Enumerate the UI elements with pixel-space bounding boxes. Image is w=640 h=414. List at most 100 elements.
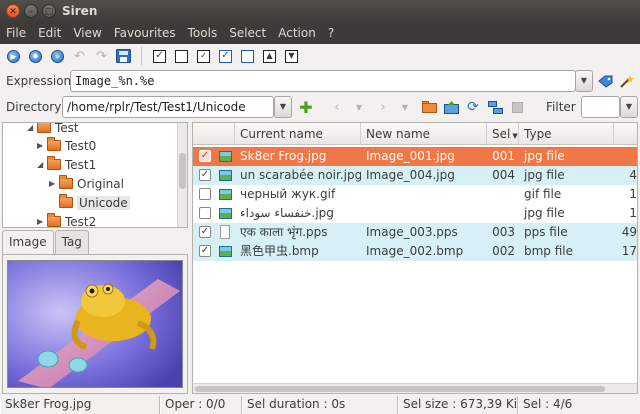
directory-dropdown-button[interactable]: ▼ <box>274 96 292 118</box>
file-table[interactable]: Current name New name Sel ▼ Type ✓ Sk8er … <box>192 122 638 394</box>
forward-nav-button[interactable]: › <box>374 98 392 116</box>
main-toolbar: ▶ ✹ » ↶ ↷ ✓ ✓ ✓ ▲ ▼ <box>0 44 640 68</box>
back-dropdown-button[interactable]: ▼ <box>350 98 368 116</box>
tree-item-unicode[interactable]: Unicode <box>59 193 130 212</box>
forward-button[interactable]: » <box>48 47 67 66</box>
menu-help[interactable]: ? <box>322 22 340 44</box>
settings-button[interactable]: ✹ <box>26 47 45 66</box>
add-favourite-button[interactable]: ✚ <box>297 98 315 117</box>
table-row[interactable]: خنفساء سوداء.jpg jpg file 1 <box>193 204 637 223</box>
check-down-icon: ▼ <box>285 49 298 63</box>
table-row[interactable]: ✓ 黑色甲虫.bmp Image_002.bmp 002 bmp file 17 <box>193 242 637 261</box>
tree-item-test0[interactable]: ▶ Test0 <box>37 136 96 155</box>
header-current-name[interactable]: Current name <box>235 123 361 145</box>
check-up-button[interactable]: ▲ <box>260 47 279 66</box>
tree-item-test1[interactable]: ◢ Test1 <box>37 155 96 174</box>
cell-current-name: черный жук.gif <box>240 187 336 201</box>
table-row[interactable]: черный жук.gif gif file 1 <box>193 185 637 204</box>
table-horizontal-scrollbar[interactable] <box>193 383 637 393</box>
row-checkbox[interactable] <box>199 207 211 219</box>
check-all-button[interactable]: ✓ <box>150 47 169 66</box>
menu-select[interactable]: Select <box>223 22 272 44</box>
preview-tabs: Image Tag <box>2 230 90 254</box>
cell-current-name: 黑色甲虫.bmp <box>240 244 319 258</box>
directory-input[interactable]: /home/rplr/Test/Test1/Unicode <box>62 96 274 118</box>
wizard-button[interactable] <box>617 72 635 90</box>
cell-type: bmp file <box>524 244 574 258</box>
image-file-icon <box>219 151 232 162</box>
table-scrollbar-thumb[interactable] <box>195 386 605 392</box>
menu-favourites[interactable]: Favourites <box>108 22 182 44</box>
image-file-icon <box>219 208 232 219</box>
image-file-icon <box>219 246 232 257</box>
row-checkbox[interactable]: ✓ <box>199 169 211 181</box>
folder-tree-icon <box>487 100 503 114</box>
undo-button[interactable]: ↶ <box>70 47 89 66</box>
run-button[interactable]: ▶ <box>4 47 23 66</box>
row-checkbox[interactable] <box>199 188 211 200</box>
cell-sel <box>487 204 519 223</box>
recursive-button[interactable] <box>486 98 504 116</box>
expression-input[interactable]: Image_%n.%e <box>70 70 576 92</box>
chevron-down-icon: ▼ <box>355 102 363 112</box>
folder-icon <box>59 175 73 189</box>
expression-dropdown-button[interactable]: ▼ <box>575 70 593 92</box>
header-sel[interactable]: Sel ▼ <box>487 123 519 145</box>
toggle-check-button[interactable]: ✓ <box>194 47 213 66</box>
filter-dropdown-button[interactable]: ▼ <box>620 96 638 118</box>
row-checkbox[interactable]: ✓ <box>199 245 211 257</box>
menu-edit[interactable]: Edit <box>32 22 67 44</box>
redo-icon: ↷ <box>96 48 107 64</box>
cell-current-name: un scarabée noir.jpg <box>240 168 361 182</box>
folder-icon <box>421 101 437 113</box>
tree-item-test2[interactable]: ▶ Test2 <box>37 212 96 227</box>
cell-sel: 001 <box>492 149 515 163</box>
tab-tag[interactable]: Tag <box>54 230 89 254</box>
close-window-button[interactable]: ✕ <box>6 4 20 18</box>
table-row[interactable]: ✓ un scarabée noir.jpg Image_004.jpg 004… <box>193 166 637 185</box>
table-header: Current name New name Sel ▼ Type <box>193 123 637 145</box>
tree-scrollbar-thumb[interactable] <box>179 153 186 189</box>
menu-tools[interactable]: Tools <box>182 22 224 44</box>
forward-dropdown-button[interactable]: ▼ <box>396 98 414 116</box>
chevron-down-icon: ▼ <box>401 102 409 112</box>
folder-tree[interactable]: ◢ Test ▶ Test0 ◢ Test1 ▶ Original Unicod… <box>2 122 188 228</box>
tab-image[interactable]: Image <box>2 230 54 254</box>
frog-photo <box>8 261 182 387</box>
maximize-window-button[interactable]: □ <box>42 4 56 18</box>
header-type[interactable]: Type <box>519 123 614 145</box>
tree-scrollbar[interactable] <box>177 123 187 227</box>
header-new-name[interactable]: New name <box>361 123 487 145</box>
tree-item-test[interactable]: ◢ Test <box>27 123 79 137</box>
table-row[interactable]: ✓ एक काला भृंग.pps Image_003.pps 003 pps… <box>193 223 637 242</box>
filter-input[interactable] <box>581 96 620 118</box>
menu-file[interactable]: File <box>0 22 32 44</box>
check-selected-button[interactable]: ✓ <box>216 47 235 66</box>
stop-button[interactable] <box>508 98 526 116</box>
back-button[interactable]: ‹ <box>328 98 346 116</box>
directory-label: Directory <box>6 100 62 114</box>
tag-button[interactable] <box>596 72 614 90</box>
uncheck-all-button[interactable] <box>172 47 191 66</box>
table-row[interactable]: ✓ Sk8er Frog.jpg Image_001.jpg 001 jpg f… <box>193 147 637 166</box>
window-title: Siren <box>62 4 98 18</box>
row-checkbox[interactable]: ✓ <box>199 226 211 238</box>
open-folder-button[interactable] <box>420 98 438 116</box>
tree-item-original[interactable]: ▶ Original <box>49 174 124 193</box>
save-button[interactable] <box>114 47 133 66</box>
row-checkbox[interactable]: ✓ <box>199 150 211 162</box>
uncheck-selected-button[interactable] <box>238 47 257 66</box>
redo-button[interactable]: ↷ <box>92 47 111 66</box>
uncheck-selected-icon <box>241 49 254 63</box>
refresh-button[interactable]: ⟳ <box>464 98 482 116</box>
parent-folder-button[interactable] <box>442 98 460 116</box>
refresh-icon: ⟳ <box>467 99 479 115</box>
menu-view[interactable]: View <box>67 22 107 44</box>
check-down-button[interactable]: ▼ <box>282 47 301 66</box>
minimize-window-button[interactable]: – <box>24 4 38 18</box>
header-extra[interactable] <box>614 123 637 145</box>
cell-extra: 17 <box>621 244 637 258</box>
menu-action[interactable]: Action <box>272 22 322 44</box>
header-check-column[interactable] <box>193 123 235 145</box>
tree-item-label: Unicode <box>77 195 130 210</box>
